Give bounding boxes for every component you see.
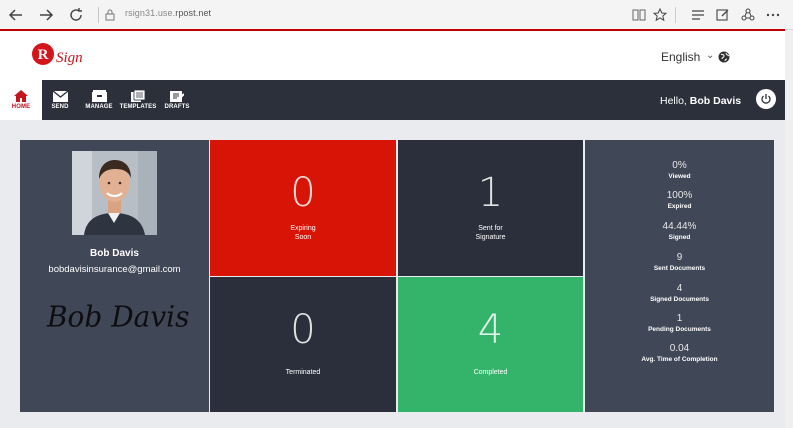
tile-label: Sent for Signature xyxy=(451,224,531,242)
inbox-icon xyxy=(91,90,107,102)
tile-terminated[interactable]: 0 Terminated xyxy=(210,277,396,412)
nav-manage-label: MANAGE xyxy=(85,104,113,110)
globe-icon[interactable] xyxy=(718,50,730,68)
tile-label-line2: Signature xyxy=(475,234,506,241)
signature-image: Bob Davis xyxy=(43,294,193,334)
tile-label: Expiring Soon xyxy=(263,224,343,242)
tile-label: Terminated xyxy=(285,369,321,376)
nav-home[interactable]: HOME xyxy=(0,80,42,120)
stat-label: Avg. Time of Completion xyxy=(641,356,718,363)
nav-manage[interactable]: MANAGE xyxy=(82,80,116,120)
logout-button[interactable] xyxy=(756,89,776,109)
svg-text:R: R xyxy=(38,47,49,63)
tile-value: 4 xyxy=(477,307,504,353)
stat-signed: 44.44% Signed xyxy=(585,221,774,242)
nav-templates[interactable]: TEMPLATES xyxy=(118,80,158,120)
tile-label-line1: Sent for xyxy=(478,225,503,232)
home-icon xyxy=(14,90,28,102)
stat-value: 9 xyxy=(676,252,683,263)
stat-value: 100% xyxy=(666,190,693,201)
tile-label-line1: Expiring xyxy=(290,225,316,232)
url-host: rsign31.use. xyxy=(125,8,176,18)
stat-label: Sent Documents xyxy=(653,265,706,272)
stat-signed-documents: 4 Signed Documents xyxy=(585,283,774,304)
svg-text:Sign: Sign xyxy=(56,50,83,66)
avatar xyxy=(72,151,157,235)
tile-value: 0 xyxy=(290,170,316,216)
chevron-down-icon[interactable]: ⌄ xyxy=(706,50,714,61)
nav-drafts[interactable]: DRAFTS xyxy=(162,80,192,120)
stat-value: 0% xyxy=(672,160,687,171)
reading-view-icon[interactable] xyxy=(630,6,648,24)
stat-value: 0.04 xyxy=(669,343,690,354)
profile-email: bobdavisinsurance@gmail.com xyxy=(48,264,181,275)
tile-value: 0 xyxy=(290,307,316,353)
greeting-text: Hello, xyxy=(660,95,687,107)
envelope-icon xyxy=(52,90,68,102)
web-note-icon[interactable] xyxy=(714,6,732,24)
profile-name: Bob Davis xyxy=(90,248,139,259)
hub-icon[interactable] xyxy=(689,6,707,24)
stat-avg-completion: 0.04 Avg. Time of Completion xyxy=(585,343,774,364)
language-select[interactable]: English xyxy=(661,50,700,64)
stat-value: 44.44% xyxy=(662,221,697,232)
refresh-icon[interactable] xyxy=(66,5,86,25)
lock-icon xyxy=(105,8,115,26)
toolbar-divider xyxy=(675,7,676,23)
stat-value: 4 xyxy=(676,283,683,294)
stat-label: Viewed xyxy=(668,173,691,180)
share-icon[interactable] xyxy=(739,6,757,24)
nav-home-label: HOME xyxy=(11,104,31,110)
nav-send-label: SEND xyxy=(51,103,69,110)
tile-label-line2: Soon xyxy=(294,234,312,241)
stat-value: 1 xyxy=(676,313,683,324)
tile-label: Completed xyxy=(473,369,508,376)
tile-completed[interactable]: 4 Completed xyxy=(398,277,583,412)
url-separator xyxy=(98,7,99,23)
user-greeting: Hello, Bob Davis xyxy=(660,95,741,107)
tile-sent-for-signature[interactable]: 1 Sent for Signature xyxy=(398,140,583,276)
signature-text: Bob Davis xyxy=(46,299,189,334)
stat-viewed: 0% Viewed xyxy=(585,160,774,181)
rsign-logo[interactable]: R Sign xyxy=(30,39,90,69)
stat-label: Signed Documents xyxy=(650,296,709,303)
stat-label: Pending Documents xyxy=(648,326,711,333)
tile-expiring-soon[interactable]: 0 Expiring Soon xyxy=(210,140,396,276)
nav-drafts-label: DRAFTS xyxy=(164,104,190,110)
stat-pending-documents: 1 Pending Documents xyxy=(585,313,774,334)
power-icon xyxy=(761,94,771,104)
url-domain: rpost.net xyxy=(175,8,212,18)
tile-value: 1 xyxy=(477,170,504,216)
stat-label: Expired xyxy=(667,203,692,210)
stat-expired: 100% Expired xyxy=(585,190,774,211)
stat-label: Signed xyxy=(668,234,691,241)
browser-toolbar: rsign31.use.rpost.net xyxy=(0,0,793,30)
favorite-star-icon[interactable] xyxy=(651,6,669,24)
nav-send[interactable]: SEND xyxy=(46,80,74,120)
back-icon[interactable] xyxy=(6,5,26,25)
more-icon[interactable] xyxy=(764,6,782,24)
page-scrollbar[interactable] xyxy=(785,30,793,428)
forward-icon[interactable] xyxy=(36,5,56,25)
templates-icon xyxy=(131,90,145,102)
address-bar[interactable]: rsign31.use.rpost.net xyxy=(125,8,211,18)
greeting-user-name: Bob Davis xyxy=(689,95,742,107)
nav-templates-label: TEMPLATES xyxy=(119,104,157,110)
stat-sent-documents: 9 Sent Documents xyxy=(585,252,774,273)
drafts-icon xyxy=(170,91,184,102)
